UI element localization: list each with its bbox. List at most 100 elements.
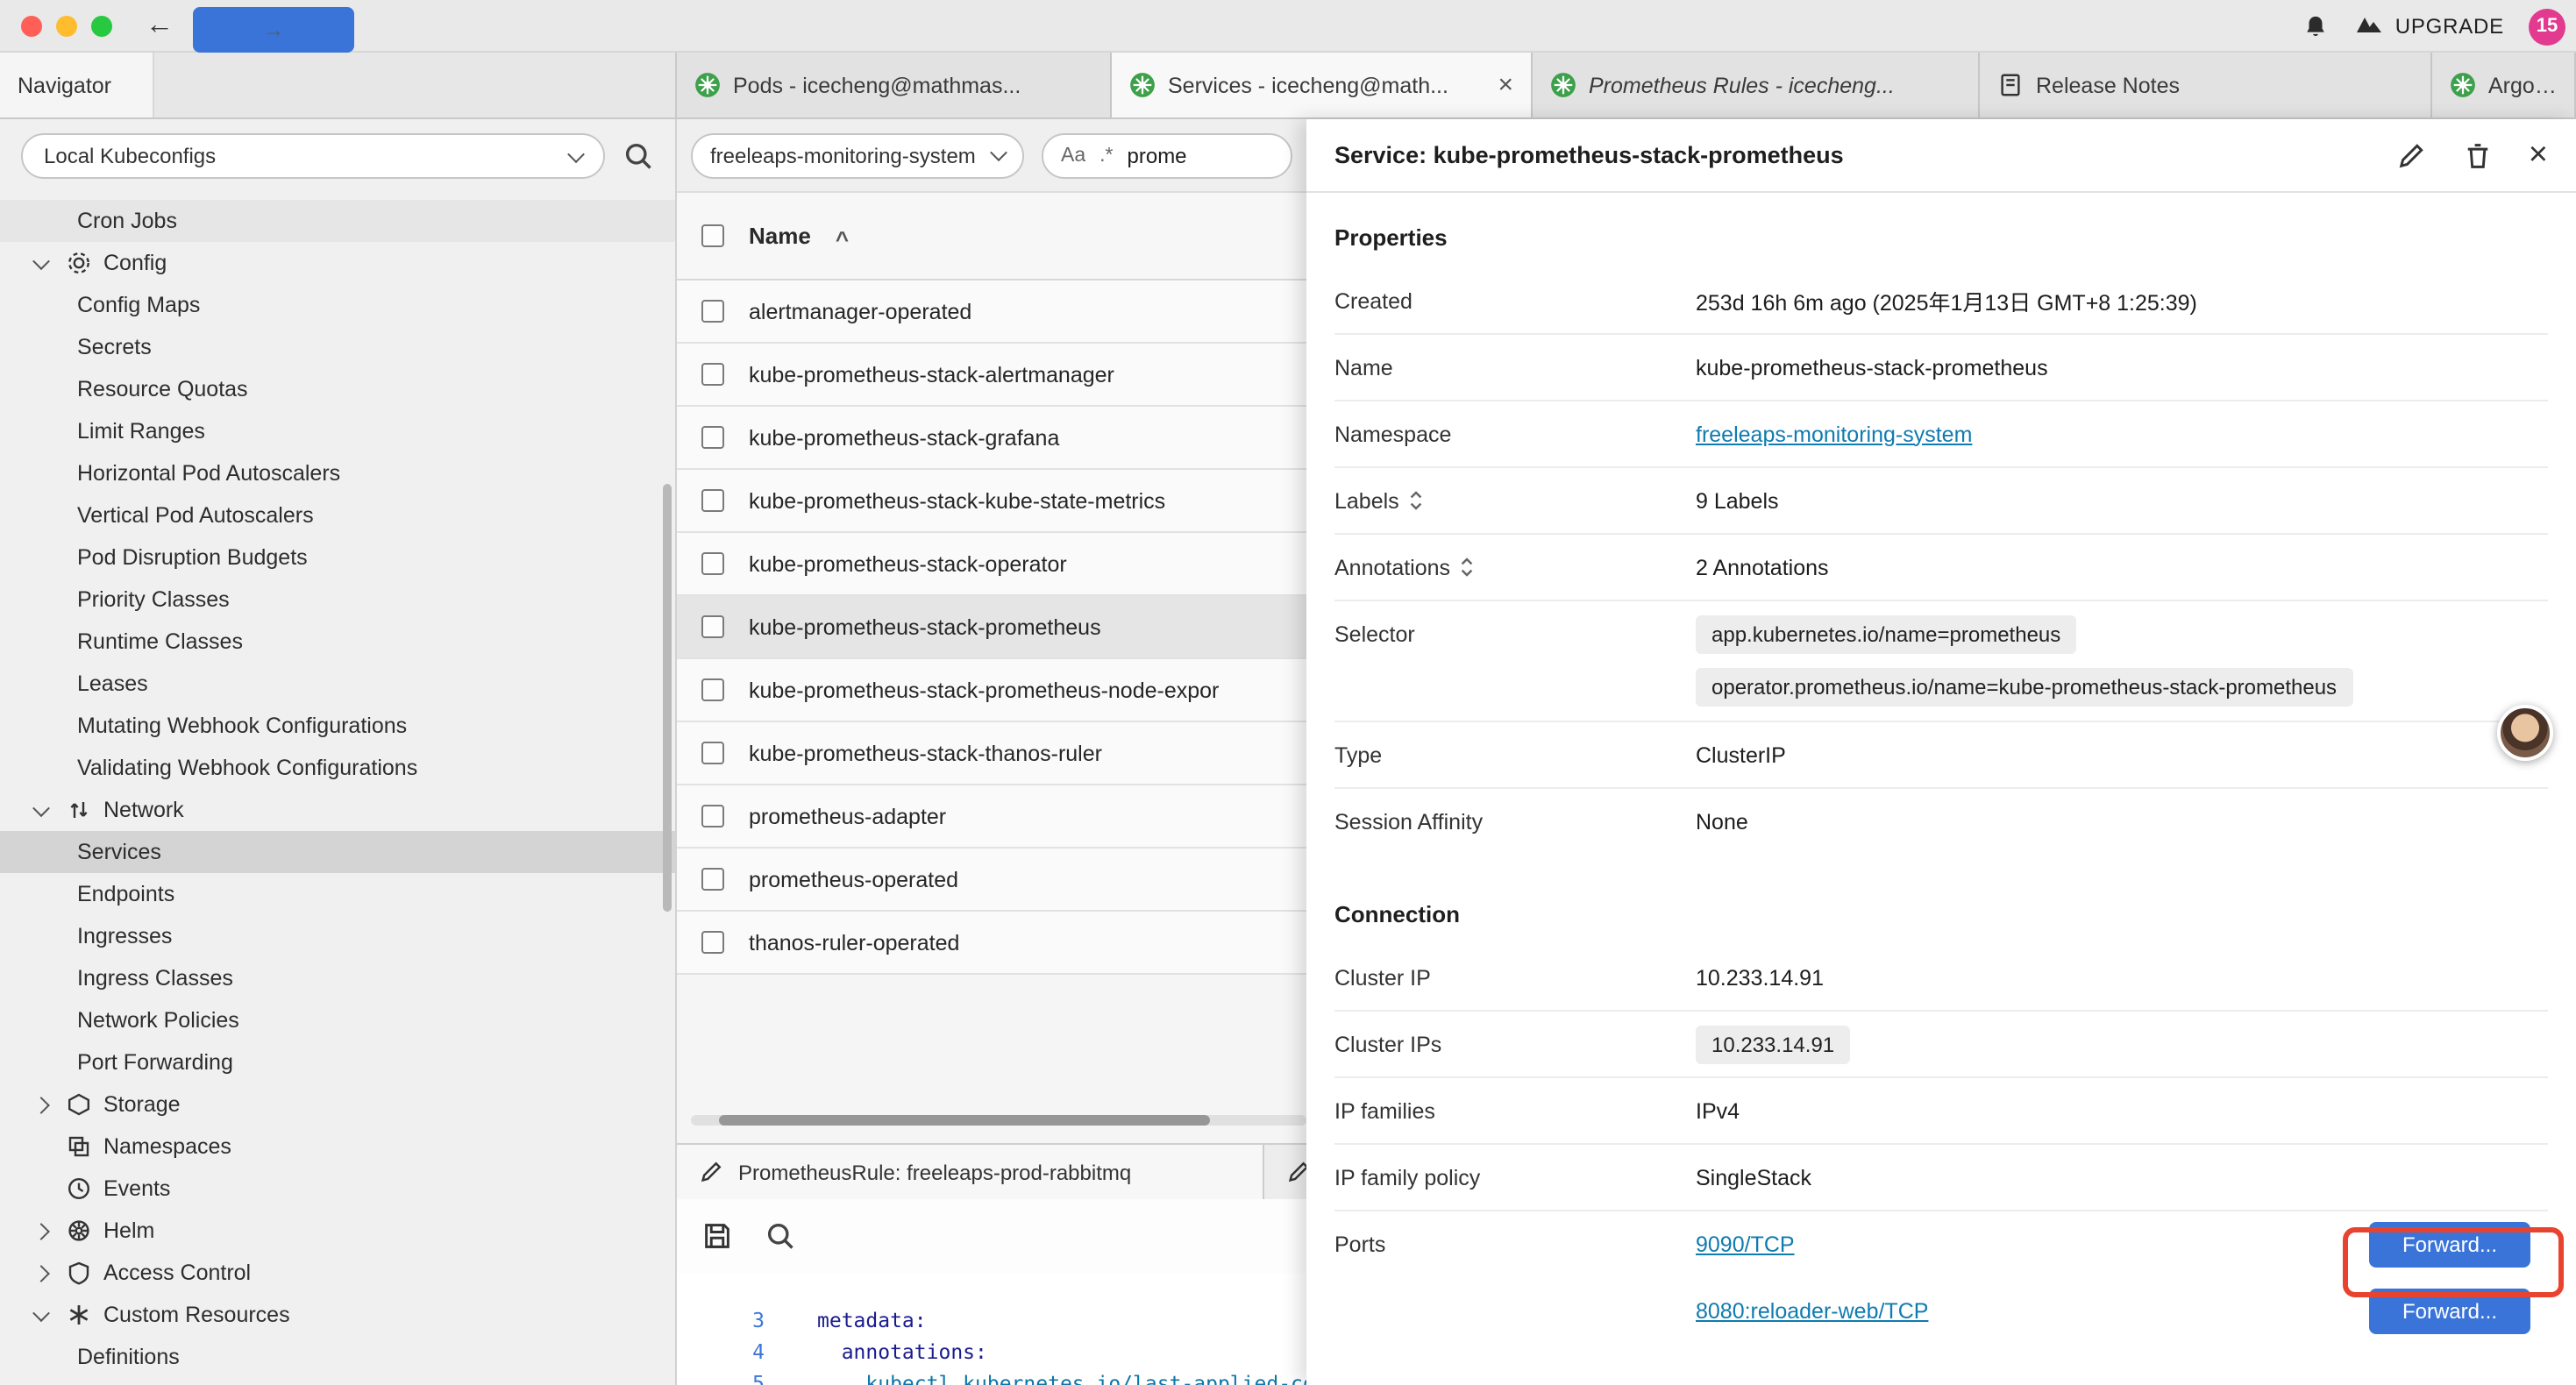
property-label: Created (1334, 288, 1696, 313)
sidebar-item-services[interactable]: Services (0, 831, 675, 873)
search-input[interactable]: Aa .* prome (1042, 132, 1292, 178)
sidebar-item-resource-quotas[interactable]: Resource Quotas (0, 368, 675, 410)
sort-updown-icon[interactable] (1408, 489, 1424, 512)
row-checkbox[interactable] (701, 868, 724, 891)
scrollbar-thumb[interactable] (719, 1115, 1210, 1126)
match-case-toggle[interactable]: Aa (1061, 145, 1085, 166)
window-minimize-button[interactable] (56, 16, 77, 37)
navigator-header[interactable]: Navigator (0, 53, 154, 117)
sidebar-item-runtime-classes[interactable]: Runtime Classes (0, 621, 675, 663)
back-button[interactable]: ← (140, 7, 179, 46)
table-row[interactable]: kube-prometheus-stack-operator (677, 533, 1306, 596)
sidebar-group-config[interactable]: Config (0, 242, 675, 284)
sidebar-group-storage[interactable]: Storage (0, 1083, 675, 1126)
user-avatar[interactable] (2497, 705, 2553, 761)
tab-pods[interactable]: Pods - icecheng@mathmas... (677, 53, 1112, 117)
edit-button[interactable] (2395, 139, 2427, 171)
sidebar-item-secrets[interactable]: Secrets (0, 326, 675, 368)
tab-argo[interactable]: Argo Se (2432, 53, 2576, 117)
row-checkbox[interactable] (701, 678, 724, 701)
name-column-header[interactable]: Name (749, 223, 811, 249)
row-checkbox[interactable] (701, 300, 724, 323)
search-icon[interactable] (765, 1220, 796, 1252)
row-checkbox[interactable] (701, 742, 724, 764)
sidebar-item-namespaces[interactable]: Namespaces (0, 1126, 675, 1168)
sidebar-item-limit-ranges[interactable]: Limit Ranges (0, 410, 675, 452)
sidebar-item-leases[interactable]: Leases (0, 663, 675, 705)
property-label: Annotations (1334, 555, 1450, 579)
notification-count-badge[interactable]: 15 (2529, 8, 2565, 45)
sidebar-item-ingresses[interactable]: Ingresses (0, 915, 675, 957)
table-row[interactable]: prometheus-operated (677, 849, 1306, 912)
property-row-ip-families: IP families IPv4 (1334, 1078, 2548, 1145)
row-checkbox[interactable] (701, 363, 724, 386)
sidebar-item-definitions[interactable]: Definitions (0, 1336, 675, 1378)
sidebar-item-endpoints[interactable]: Endpoints (0, 873, 675, 915)
row-checkbox[interactable] (701, 805, 724, 827)
namespace-selector[interactable]: freeleaps-monitoring-system (691, 132, 1024, 178)
sidebar-item-vertical-pod-autoscalers[interactable]: Vertical Pod Autoscalers (0, 494, 675, 536)
sidebar-item-config-maps[interactable]: Config Maps (0, 284, 675, 326)
table-row[interactable]: kube-prometheus-stack-prometheus-node-ex… (677, 659, 1306, 722)
row-checkbox[interactable] (701, 615, 724, 638)
sidebar-item-cron-jobs[interactable]: Cron Jobs (0, 200, 675, 242)
row-checkbox[interactable] (701, 426, 724, 449)
sidebar-item-validating-webhook-configurations[interactable]: Validating Webhook Configurations (0, 747, 675, 789)
dock-tab-prometheusrule[interactable]: PrometheusRule: freeleaps-prod-rabbitmq (677, 1145, 1264, 1199)
sidebar-group-access-control[interactable]: Access Control (0, 1252, 675, 1294)
sidebar-item-network-policies[interactable]: Network Policies (0, 999, 675, 1041)
sort-asc-icon[interactable]: ^ (836, 226, 849, 252)
table-row[interactable]: kube-prometheus-stack-kube-state-metrics (677, 470, 1306, 533)
table-row[interactable]: thanos-ruler-operated (677, 912, 1306, 975)
window-close-button[interactable] (21, 16, 42, 37)
forward-nav-button[interactable]: → (193, 7, 354, 53)
forward-button[interactable]: Forward... (2369, 1222, 2530, 1268)
save-icon[interactable] (701, 1220, 733, 1252)
tab-prometheus-rules[interactable]: Prometheus Rules - icecheng... (1533, 53, 1980, 117)
upgrade-button[interactable]: UPGRADE (2353, 14, 2504, 39)
sidebar-item-ingress-classes[interactable]: Ingress Classes (0, 957, 675, 999)
horizontal-scrollbar[interactable] (691, 1115, 1306, 1126)
tab-release-notes[interactable]: Release Notes (1980, 53, 2432, 117)
tab-services[interactable]: Services - icecheng@math... × (1112, 53, 1533, 117)
sidebar-group-helm[interactable]: Helm (0, 1210, 675, 1252)
sidebar-group-network[interactable]: Network (0, 789, 675, 831)
table-row[interactable]: prometheus-adapter (677, 785, 1306, 849)
search-query: prome (1128, 143, 1187, 167)
kubernetes-icon (694, 72, 721, 98)
sidebar-item-horizontal-pod-autoscalers[interactable]: Horizontal Pod Autoscalers (0, 452, 675, 494)
table-row[interactable]: kube-prometheus-stack-thanos-ruler (677, 722, 1306, 785)
notifications-bell-icon[interactable] (2302, 13, 2329, 39)
row-checkbox[interactable] (701, 489, 724, 512)
port-link[interactable]: 8080:reloader-web/TCP (1696, 1299, 1928, 1324)
window-zoom-button[interactable] (91, 16, 112, 37)
sidebar-item-priority-classes[interactable]: Priority Classes (0, 579, 675, 621)
sidebar-item-port-forwarding[interactable]: Port Forwarding (0, 1041, 675, 1083)
sort-updown-icon[interactable] (1459, 556, 1475, 579)
search-icon[interactable] (623, 140, 654, 172)
select-all-checkbox[interactable] (701, 224, 724, 247)
chevron-down-icon (35, 1309, 67, 1321)
regex-toggle[interactable]: .* (1099, 145, 1113, 166)
sidebar-group-custom-resources[interactable]: Custom Resources (0, 1294, 675, 1336)
row-checkbox[interactable] (701, 931, 724, 954)
kubeconfig-selector[interactable]: Local Kubeconfigs (21, 133, 605, 179)
port-link[interactable]: 9090/TCP (1696, 1232, 1795, 1257)
sidebar-item-events[interactable]: Events (0, 1168, 675, 1210)
namespace-link[interactable]: freeleaps-monitoring-system (1696, 422, 1972, 446)
table-row[interactable]: kube-prometheus-stack-alertmanager (677, 344, 1306, 407)
row-checkbox[interactable] (701, 552, 724, 575)
close-button[interactable]: × (2529, 138, 2548, 172)
table-row-selected[interactable]: kube-prometheus-stack-prometheus (677, 596, 1306, 659)
table-row[interactable]: kube-prometheus-stack-grafana (677, 407, 1306, 470)
sidebar-scrollbar[interactable] (663, 484, 672, 912)
close-tab-icon[interactable]: × (1498, 72, 1513, 98)
yaml-editor[interactable]: 3metadata: 4 annotations: 5 kubectl.kube… (677, 1273, 1306, 1385)
delete-button[interactable] (2462, 139, 2494, 171)
connection-heading: Connection (1334, 856, 2548, 945)
sidebar-item-mutating-webhook-configurations[interactable]: Mutating Webhook Configurations (0, 705, 675, 747)
sidebar-item-pod-disruption-budgets[interactable]: Pod Disruption Budgets (0, 536, 675, 579)
dock-tab-partial[interactable] (1264, 1145, 1306, 1199)
forward-button[interactable]: Forward... (2369, 1289, 2530, 1334)
table-row[interactable]: alertmanager-operated (677, 281, 1306, 344)
